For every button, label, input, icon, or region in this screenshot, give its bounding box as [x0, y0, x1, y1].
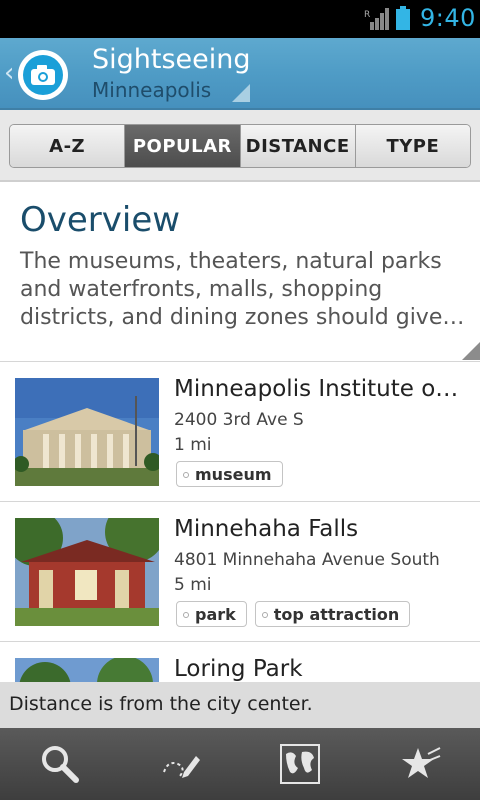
place-distance: 1 mi [174, 435, 212, 455]
camera-logo-icon[interactable] [18, 50, 68, 100]
tag-icon [261, 612, 268, 618]
overview-section[interactable]: Overview The museums, theaters, natural … [0, 184, 480, 360]
sort-tabs-bar: A-Z POPULAR DISTANCE TYPE [0, 110, 480, 182]
info-bar: Distance is from the city center. [0, 682, 480, 728]
tab-type[interactable]: TYPE [355, 125, 470, 167]
tag-label: museum [195, 464, 272, 484]
distance-note: Distance is from the city center. [9, 693, 313, 715]
overview-text: The museums, theaters, natural parks and… [20, 249, 465, 330]
overview-title: Overview [20, 200, 181, 240]
tab-popular[interactable]: POPULAR [125, 125, 241, 167]
tag-icon [183, 612, 189, 618]
list-item[interactable]: Minneapolis Institute of… 2400 3rd Ave S… [0, 362, 480, 502]
place-address: 4801 Minnehaha Avenue South [174, 550, 440, 570]
place-thumbnail-museum [15, 378, 159, 486]
place-distance: 5 mi [174, 575, 212, 595]
battery-icon [396, 6, 410, 30]
place-thumbnail-falls [15, 518, 159, 626]
place-address: 2400 3rd Ave S [174, 410, 304, 430]
back-chevron-icon[interactable]: ‹ [4, 58, 14, 88]
bottom-nav [0, 728, 480, 800]
map-icon [280, 744, 320, 784]
search-button[interactable] [0, 728, 120, 800]
favorites-star-icon [402, 747, 441, 778]
dropdown-triangle-icon[interactable] [232, 84, 250, 102]
expand-corner-icon[interactable] [462, 342, 480, 360]
status-time: 9:40 [420, 4, 476, 32]
search-icon [42, 746, 79, 783]
edit-route-icon [163, 756, 200, 778]
tag-chip[interactable]: park [176, 601, 247, 627]
map-button[interactable] [240, 728, 360, 800]
svg-text:R: R [364, 10, 370, 20]
city-selector[interactable]: Minneapolis [92, 78, 211, 102]
place-title: Loring Park [174, 656, 303, 682]
action-bar: ‹ Sightseeing Minneapolis [0, 38, 480, 110]
route-edit-button[interactable] [120, 728, 240, 800]
screen-title: Sightseeing [92, 44, 251, 75]
list-item[interactable]: Minnehaha Falls 4801 Minnehaha Avenue So… [0, 502, 480, 642]
signal-icon: R [364, 8, 390, 30]
tag-label: park [195, 604, 236, 624]
tag-label: top attraction [273, 604, 400, 624]
tab-distance[interactable]: DISTANCE [240, 125, 356, 167]
tag-chip[interactable]: top attraction [254, 601, 411, 627]
status-bar: R 9:40 [0, 0, 480, 38]
tag-icon [183, 472, 189, 478]
tab-a-z[interactable]: A-Z [10, 125, 126, 167]
place-title: Minnehaha Falls [174, 516, 359, 542]
place-title: Minneapolis Institute of… [174, 376, 464, 402]
tag-chip[interactable]: museum [176, 461, 283, 487]
favorites-button[interactable] [360, 728, 480, 800]
